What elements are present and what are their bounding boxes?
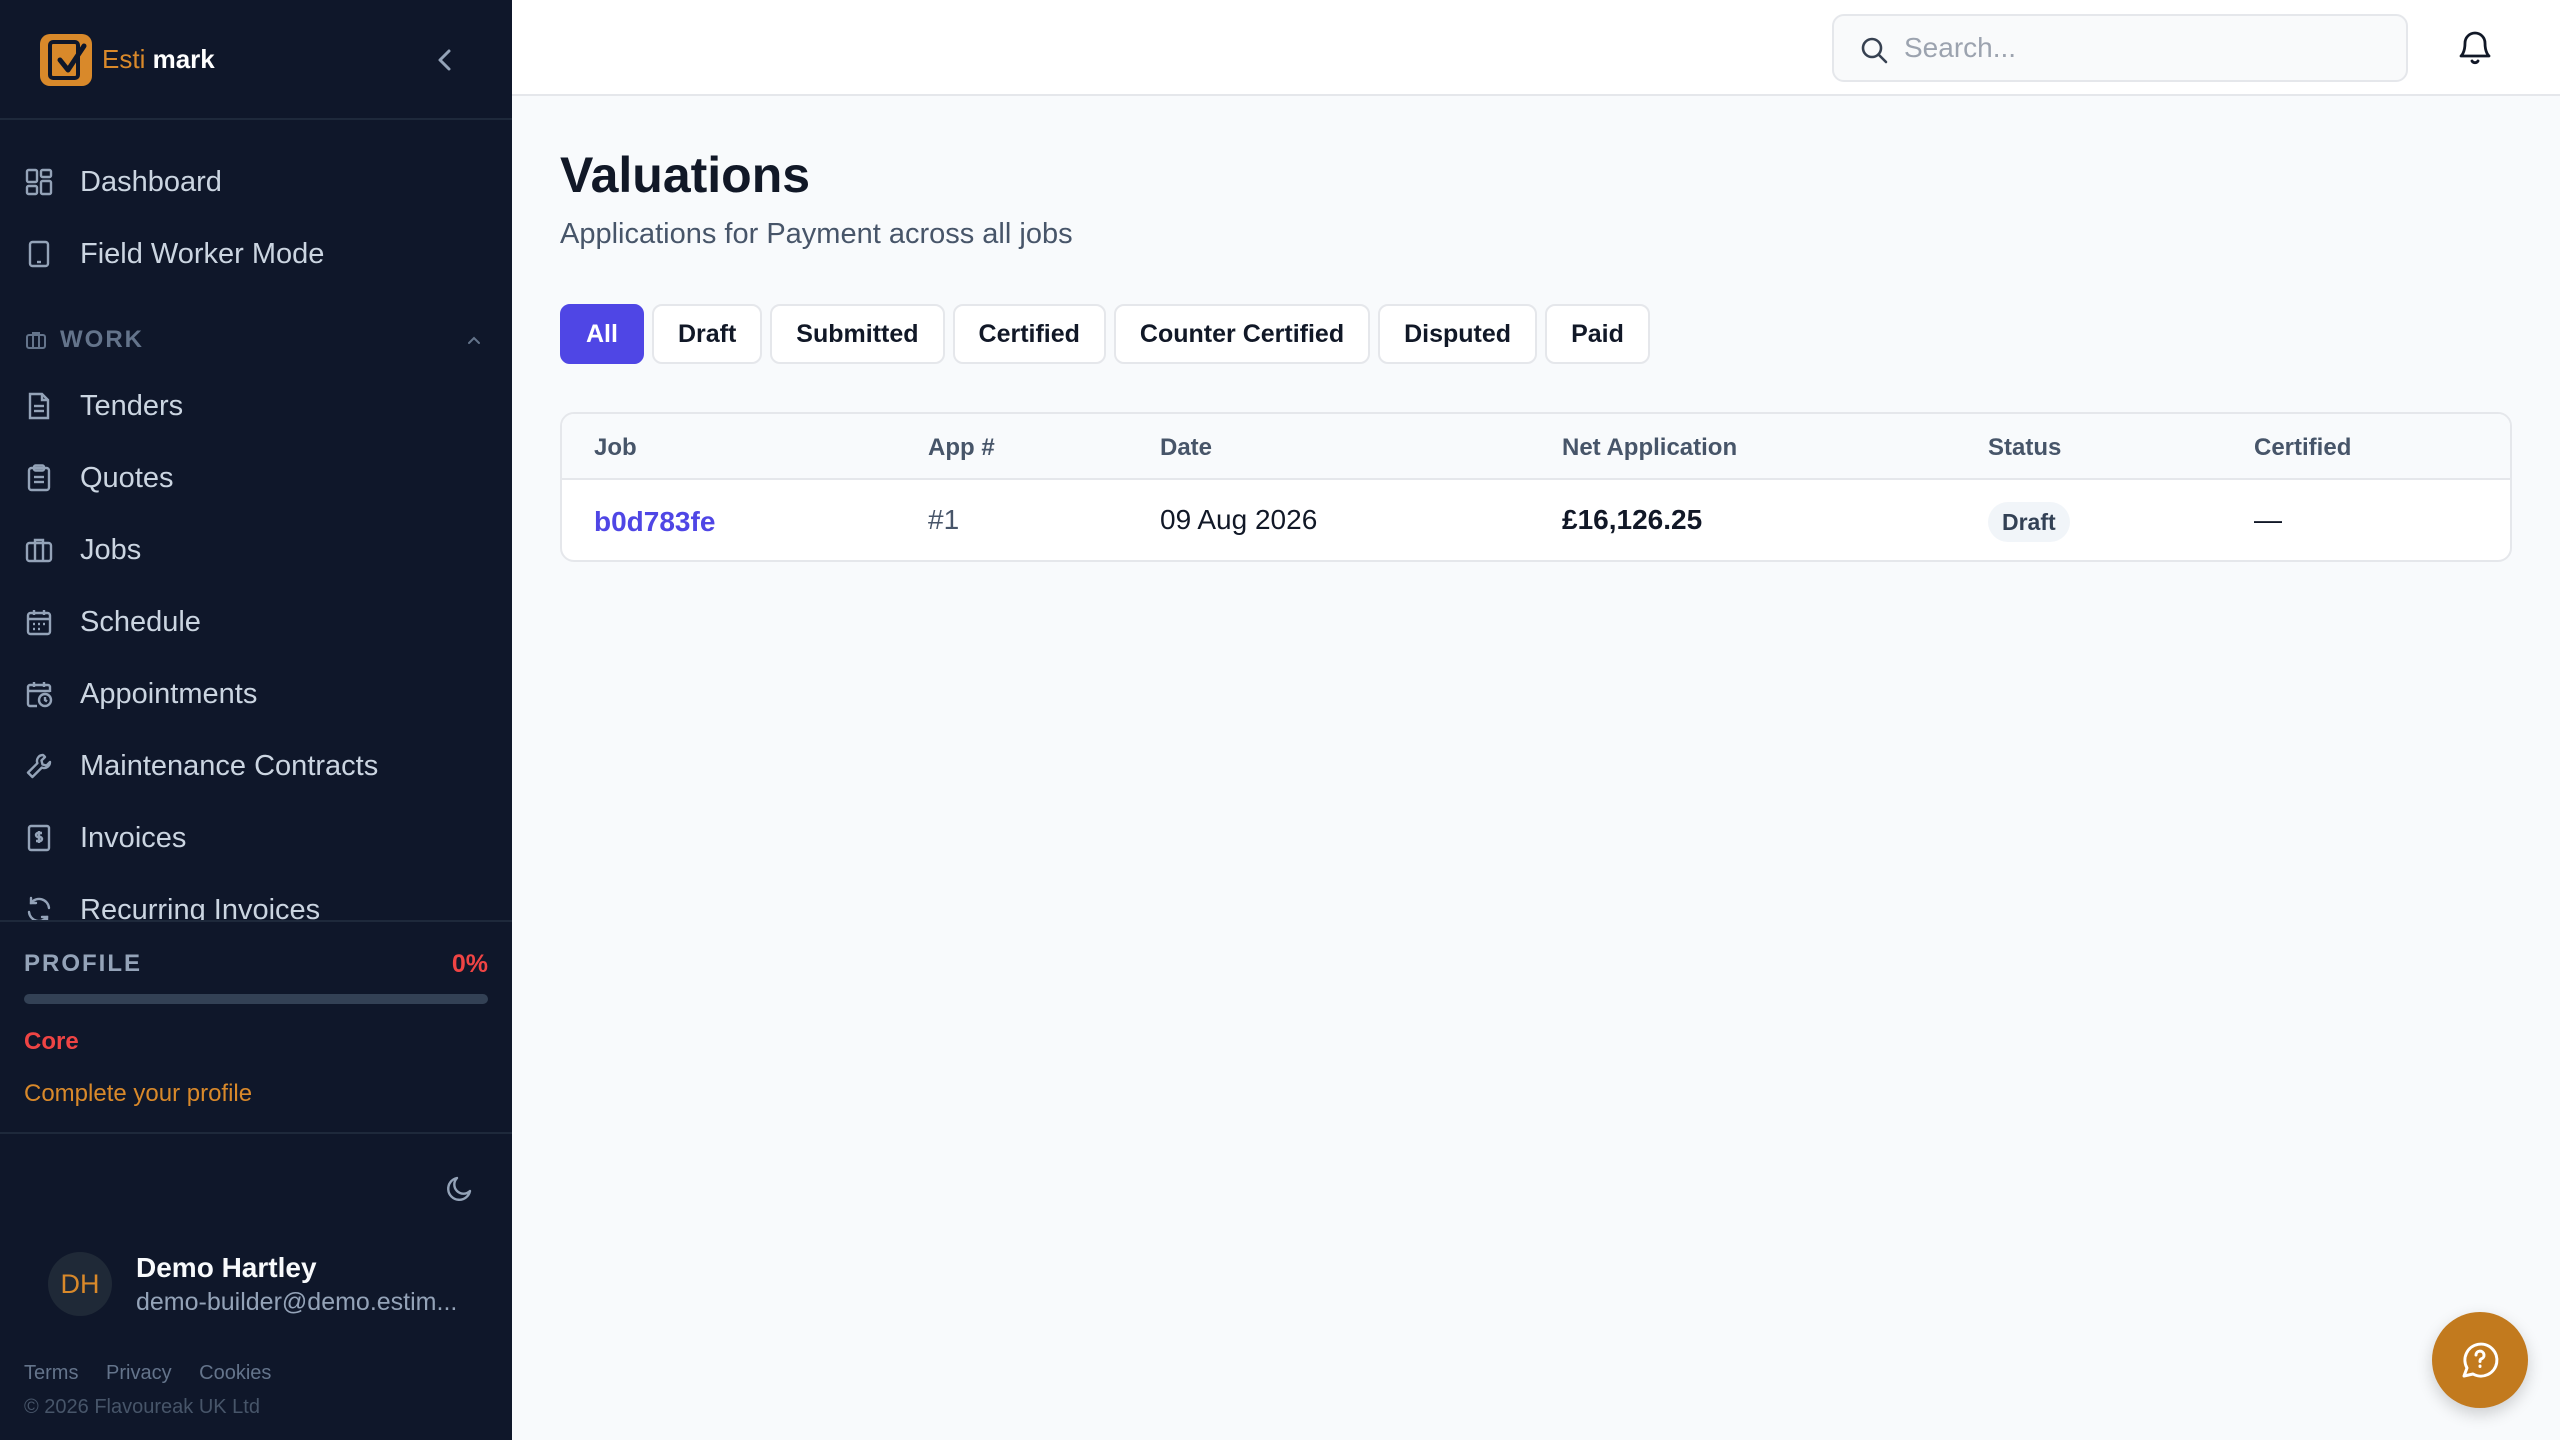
sidebar-item-label: Tenders bbox=[80, 390, 184, 422]
profile-percent: 0% bbox=[451, 950, 488, 978]
sidebar-item-label: Appointments bbox=[80, 678, 258, 710]
tablet-icon bbox=[28, 240, 50, 268]
filter-paid[interactable]: Paid bbox=[1545, 304, 1650, 364]
help-chat-button[interactable] bbox=[2432, 1312, 2528, 1408]
sidebar-item-maintenance-contracts[interactable]: Maintenance Contracts bbox=[0, 736, 512, 796]
terms-link[interactable]: Terms bbox=[24, 1362, 78, 1384]
sidebar-item-appointments[interactable]: Appointments bbox=[0, 664, 512, 724]
receipt-icon bbox=[27, 824, 51, 852]
search-box bbox=[1832, 14, 2408, 82]
status-filter-tabs: All Draft Submitted Certified Counter Ce… bbox=[560, 304, 1650, 364]
chevron-up-icon bbox=[468, 336, 480, 344]
wrench-icon bbox=[26, 753, 52, 779]
section-label: WORK bbox=[60, 326, 144, 353]
sidebar-item-jobs[interactable]: Jobs bbox=[0, 520, 512, 580]
sidebar-item-label: Maintenance Contracts bbox=[80, 750, 379, 782]
complete-profile-link[interactable]: Complete your profile bbox=[24, 1080, 252, 1108]
brand-header: Esti mark bbox=[0, 0, 512, 120]
profile-tier: Core bbox=[24, 1028, 79, 1055]
moon-icon bbox=[447, 1176, 472, 1201]
notifications-button[interactable] bbox=[2454, 26, 2496, 68]
page-subtitle: Applications for Payment across all jobs bbox=[560, 218, 1073, 250]
calendar-icon bbox=[26, 610, 52, 636]
footer-links: Terms Privacy Cookies bbox=[24, 1362, 293, 1385]
refresh-icon bbox=[27, 896, 51, 920]
status-badge: Draft bbox=[1988, 502, 2070, 542]
search-input[interactable] bbox=[1904, 26, 2384, 70]
column-header-status[interactable]: Status bbox=[1988, 434, 2061, 462]
table-row[interactable]: b0d783fe #1 09 Aug 2026 £16,126.25 Draft… bbox=[562, 480, 2510, 560]
column-header-net-application[interactable]: Net Application bbox=[1562, 434, 1737, 462]
filter-disputed[interactable]: Disputed bbox=[1378, 304, 1538, 364]
collapse-sidebar-button[interactable] bbox=[430, 42, 460, 78]
sidebar: Esti mark Dashboard Field Worker Mode WO… bbox=[0, 0, 512, 1440]
user-email: demo-builder@demo.estim... bbox=[136, 1288, 458, 1316]
bell-icon bbox=[2459, 31, 2491, 65]
sidebar-item-label: Schedule bbox=[80, 606, 201, 638]
brand-logo-icon bbox=[40, 34, 92, 86]
search-icon bbox=[1861, 37, 1888, 64]
column-header-app[interactable]: App # bbox=[928, 434, 995, 462]
sidebar-item-schedule[interactable]: Schedule bbox=[0, 592, 512, 652]
job-link[interactable]: b0d783fe bbox=[594, 506, 715, 538]
sidebar-item-invoices[interactable]: Invoices bbox=[0, 808, 512, 868]
page-title: Valuations bbox=[560, 147, 811, 203]
theme-toggle-button[interactable] bbox=[444, 1172, 476, 1204]
sidebar-item-label: Invoices bbox=[80, 822, 187, 854]
sidebar-nav: Dashboard Field Worker Mode WORK Tenders… bbox=[0, 148, 512, 920]
sidebar-item-field-worker-mode[interactable]: Field Worker Mode bbox=[0, 224, 512, 284]
column-header-certified[interactable]: Certified bbox=[2254, 434, 2351, 462]
sidebar-item-label: Field Worker Mode bbox=[80, 238, 325, 270]
sidebar-item-tenders[interactable]: Tenders bbox=[0, 376, 512, 436]
document-icon bbox=[28, 392, 50, 420]
top-bar bbox=[512, 0, 2560, 96]
filter-submitted[interactable]: Submitted bbox=[770, 304, 945, 364]
profile-title: PROFILE bbox=[24, 950, 143, 977]
copyright: © 2026 Flavoureak UK Ltd bbox=[24, 1396, 260, 1418]
table-header: Job App # Date Net Application Status Ce… bbox=[562, 414, 2510, 480]
dashboard-icon bbox=[25, 168, 53, 196]
profile-progress-bar bbox=[24, 994, 488, 1004]
avatar[interactable]: DH bbox=[48, 1252, 112, 1316]
sidebar-item-label: Recurring Invoices bbox=[80, 894, 321, 920]
sidebar-item-dashboard[interactable]: Dashboard bbox=[0, 152, 512, 212]
column-header-job[interactable]: Job bbox=[594, 434, 637, 462]
briefcase-icon bbox=[26, 332, 46, 349]
calendar-clock-icon bbox=[26, 682, 53, 708]
sidebar-item-label: Jobs bbox=[80, 534, 142, 566]
app-number: #1 bbox=[928, 504, 960, 535]
column-header-date[interactable]: Date bbox=[1160, 434, 1212, 462]
valuation-date: 09 Aug 2026 bbox=[1160, 504, 1318, 535]
net-application: £16,126.25 bbox=[1562, 504, 1703, 535]
chevron-left-icon bbox=[438, 49, 451, 71]
sidebar-item-label: Quotes bbox=[80, 462, 174, 494]
profile-completion-card: PROFILE 0% Core Complete your profile bbox=[0, 920, 512, 1134]
filter-draft[interactable]: Draft bbox=[651, 304, 763, 364]
certified-value: — bbox=[2254, 504, 2282, 535]
sidebar-item-recurring-invoices[interactable]: Recurring Invoices bbox=[0, 880, 512, 920]
filter-certified[interactable]: Certified bbox=[952, 304, 1106, 364]
chat-help-icon bbox=[2462, 1342, 2499, 1378]
filter-counter-certified[interactable]: Counter Certified bbox=[1113, 304, 1371, 364]
valuations-table: Job App # Date Net Application Status Ce… bbox=[560, 412, 2512, 562]
briefcase-icon bbox=[25, 538, 53, 563]
section-work-toggle[interactable]: WORK bbox=[0, 320, 512, 360]
filter-all[interactable]: All bbox=[560, 304, 644, 364]
clipboard-icon bbox=[27, 464, 51, 492]
privacy-link[interactable]: Privacy bbox=[106, 1362, 172, 1384]
brand-name: Esti mark bbox=[102, 44, 215, 74]
cookies-link[interactable]: Cookies bbox=[199, 1362, 271, 1384]
sidebar-item-quotes[interactable]: Quotes bbox=[0, 448, 512, 508]
user-name: Demo Hartley bbox=[136, 1252, 317, 1283]
sidebar-item-label: Dashboard bbox=[80, 166, 222, 198]
